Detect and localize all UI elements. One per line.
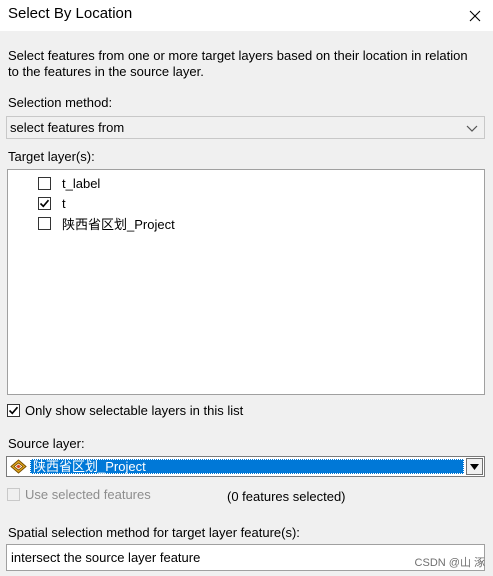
use-selected-checkbox[interactable] bbox=[7, 488, 20, 501]
layer-name: t bbox=[62, 195, 66, 211]
list-item[interactable]: t bbox=[38, 194, 66, 212]
source-layer-label: Source layer: bbox=[8, 436, 85, 451]
checkbox-t-label[interactable] bbox=[38, 176, 51, 190]
window-title: Select By Location bbox=[8, 5, 133, 22]
layer-name: t_label bbox=[62, 175, 101, 191]
selection-method-label: Selection method: bbox=[8, 95, 113, 110]
close-button[interactable] bbox=[457, 0, 493, 31]
checkmark-icon bbox=[39, 199, 50, 207]
polygon-layer-icon bbox=[10, 459, 27, 474]
only-selectable-option[interactable]: Only show selectable layers in this list bbox=[7, 403, 243, 418]
layer-name: 陕西省区划_Project bbox=[62, 216, 175, 232]
selection-method-dropdown[interactable]: select features from bbox=[6, 116, 485, 139]
use-selected-option[interactable]: Use selected features bbox=[7, 487, 151, 502]
source-layer-value: 陕西省区划_Project bbox=[30, 459, 464, 474]
selection-method-value: select features from bbox=[10, 120, 125, 135]
use-selected-label: Use selected features bbox=[25, 487, 151, 502]
list-item[interactable]: t_label bbox=[38, 174, 100, 192]
only-selectable-label: Only show selectable layers in this list bbox=[25, 403, 244, 418]
triangle-down-icon bbox=[470, 463, 479, 470]
features-selected-count: (0 features selected) bbox=[227, 489, 346, 504]
only-selectable-checkbox[interactable] bbox=[7, 404, 20, 417]
description-text: Select features from one or more target … bbox=[8, 48, 468, 79]
spatial-method-value: intersect the source layer feature bbox=[11, 550, 201, 565]
source-layer-dropdown[interactable]: 陕西省区划_Project bbox=[6, 456, 485, 477]
dialog-body: Select features from one or more target … bbox=[0, 31, 493, 576]
close-icon bbox=[469, 10, 481, 21]
spatial-method-label: Spatial selection method for target laye… bbox=[8, 525, 300, 540]
target-layers-label: Target layer(s): bbox=[8, 149, 95, 164]
checkbox-project[interactable] bbox=[38, 216, 51, 230]
dropdown-button[interactable] bbox=[466, 458, 483, 475]
target-layers-list[interactable]: t_label t 陕西省区划_Project bbox=[7, 169, 485, 395]
checkmark-icon bbox=[8, 406, 19, 415]
list-item[interactable]: 陕西省区划_Project bbox=[38, 214, 175, 232]
checkbox-t[interactable] bbox=[38, 196, 51, 210]
title-bar: Select By Location bbox=[0, 0, 493, 31]
chevron-down-icon bbox=[466, 125, 478, 132]
spatial-method-dropdown[interactable]: intersect the source layer feature bbox=[6, 544, 485, 571]
watermark: CSDN @山 涿 bbox=[414, 557, 485, 569]
